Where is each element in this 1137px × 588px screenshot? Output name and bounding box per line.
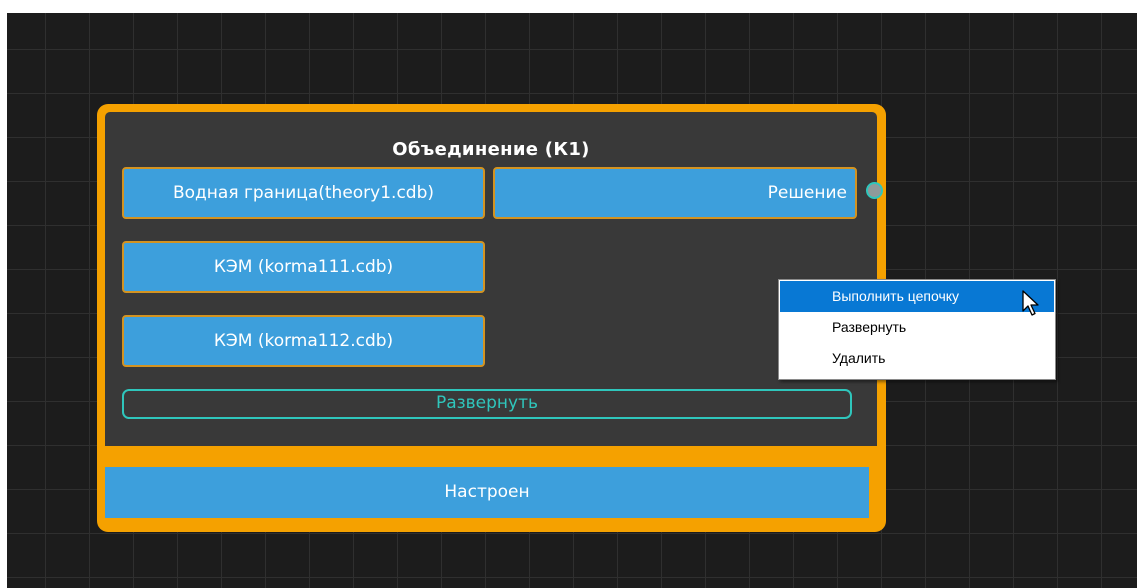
node-editor-canvas[interactable]: Объединение (К1) Водная граница(theory1.… [7,13,1137,588]
menu-item-expand[interactable]: Развернуть [780,312,1054,343]
input-port-water-boundary[interactable]: Водная граница(theory1.cdb) [122,167,485,219]
node-body: Объединение (К1) Водная граница(theory1.… [105,112,877,446]
output-port-solution[interactable]: Решение [493,167,857,219]
node-title: Объединение (К1) [392,139,590,160]
mouse-pointer-icon [1022,290,1039,316]
context-menu: Выполнить цепочку Развернуть Удалить [778,279,1056,380]
node-status-bar: Настроен [105,467,869,518]
input-port-kem-korma111[interactable]: КЭМ (korma111.cdb) [122,241,485,293]
merge-node[interactable]: Объединение (К1) Водная граница(theory1.… [97,104,886,532]
expand-button[interactable]: Развернуть [122,389,852,419]
output-connector-dot[interactable] [866,182,883,199]
menu-item-run-chain[interactable]: Выполнить цепочку [780,281,1054,312]
menu-item-delete[interactable]: Удалить [780,343,1054,374]
input-port-kem-korma112[interactable]: КЭМ (korma112.cdb) [122,315,485,367]
